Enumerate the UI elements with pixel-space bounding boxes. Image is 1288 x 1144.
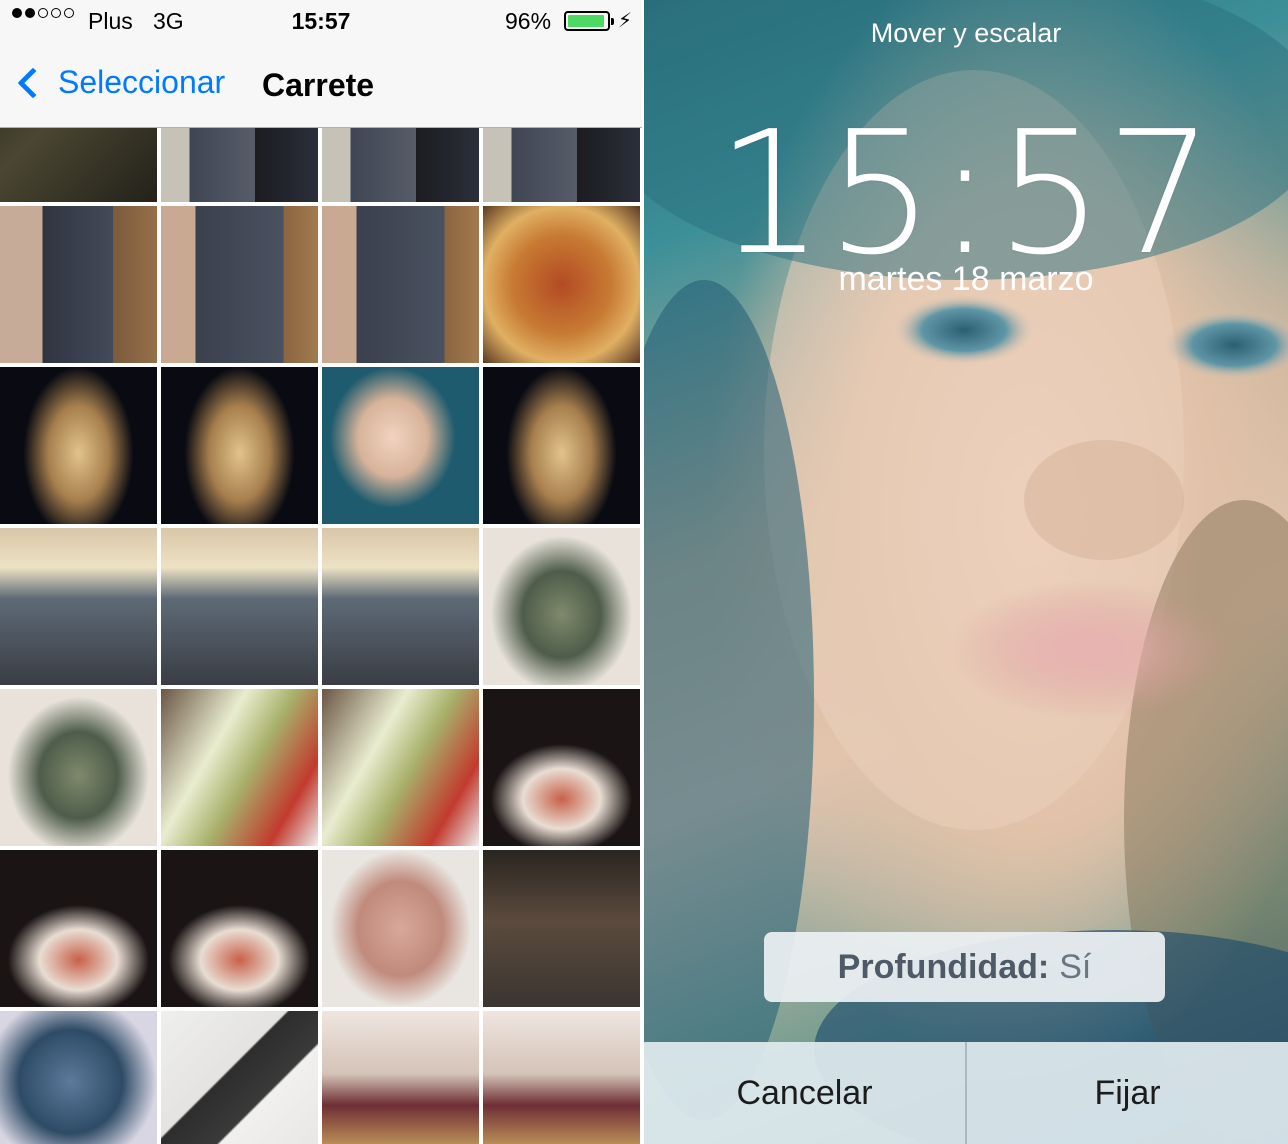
photo-thumbnail[interactable] xyxy=(161,367,318,524)
set-button[interactable]: Fijar xyxy=(967,1042,1288,1144)
photo-thumbnail[interactable] xyxy=(0,367,157,524)
photo-thumbnail[interactable] xyxy=(483,689,640,846)
photo-thumbnail[interactable] xyxy=(483,1011,640,1144)
charging-icon: ⚡ xyxy=(618,10,633,32)
photo-thumbnail[interactable] xyxy=(161,689,318,846)
photo-thumbnail[interactable] xyxy=(322,206,479,363)
navigation-bar: Seleccionar Carrete xyxy=(0,42,642,128)
status-bar: Plus 3G 15:57 96% ⚡ xyxy=(0,0,642,42)
photo-thumbnail[interactable] xyxy=(322,367,479,524)
photo-thumbnail[interactable] xyxy=(0,850,157,1007)
back-label: Seleccionar xyxy=(58,64,226,100)
photo-thumbnail[interactable] xyxy=(0,1011,157,1144)
photo-thumbnail[interactable] xyxy=(0,206,157,363)
battery-percent: 96% xyxy=(505,8,552,34)
photo-thumbnail[interactable] xyxy=(322,1011,479,1144)
photo-thumbnail[interactable] xyxy=(483,367,640,524)
photo-thumbnail[interactable] xyxy=(483,206,640,363)
page-title: Carrete xyxy=(262,67,375,103)
back-button[interactable]: Seleccionar xyxy=(14,64,225,101)
move-and-scale-title: Mover y escalar xyxy=(870,18,1062,48)
photo-thumbnail[interactable] xyxy=(0,528,157,685)
photo-thumbnail[interactable] xyxy=(0,689,157,846)
photo-thumbnail[interactable] xyxy=(161,850,318,1007)
photo-thumbnail[interactable] xyxy=(0,128,157,202)
photo-thumbnail[interactable] xyxy=(322,850,479,1007)
perspective-zoom-toggle[interactable]: Profundidad: Sí xyxy=(764,932,1165,1002)
photo-thumbnail[interactable] xyxy=(322,128,479,202)
move-and-scale-screen[interactable]: Mover y escalar 15:57 martes 18 marzo Pr… xyxy=(644,0,1288,1144)
chevron-left-icon xyxy=(17,66,49,99)
lock-screen-date: martes 18 marzo xyxy=(838,260,1094,298)
photo-thumbnail[interactable] xyxy=(483,528,640,685)
photo-thumbnail[interactable] xyxy=(322,528,479,685)
photo-thumbnail[interactable] xyxy=(161,1011,318,1144)
photo-grid xyxy=(0,128,642,1144)
photo-thumbnail[interactable] xyxy=(483,128,640,202)
photo-thumbnail[interactable] xyxy=(161,128,318,202)
cancel-button[interactable]: Cancelar xyxy=(644,1042,965,1144)
photo-thumbnail[interactable] xyxy=(161,206,318,363)
battery-icon xyxy=(564,11,614,31)
depth-value: Sí xyxy=(1059,947,1092,986)
photo-thumbnail[interactable] xyxy=(161,528,318,685)
camera-roll-screen: Plus 3G 15:57 96% ⚡ Seleccionar Carrete xyxy=(0,0,642,1144)
depth-label: Profundidad: xyxy=(837,947,1050,986)
action-bar: Cancelar Fijar xyxy=(644,1042,1288,1144)
photo-thumbnail[interactable] xyxy=(483,850,640,1007)
photo-thumbnail[interactable] xyxy=(322,689,479,846)
